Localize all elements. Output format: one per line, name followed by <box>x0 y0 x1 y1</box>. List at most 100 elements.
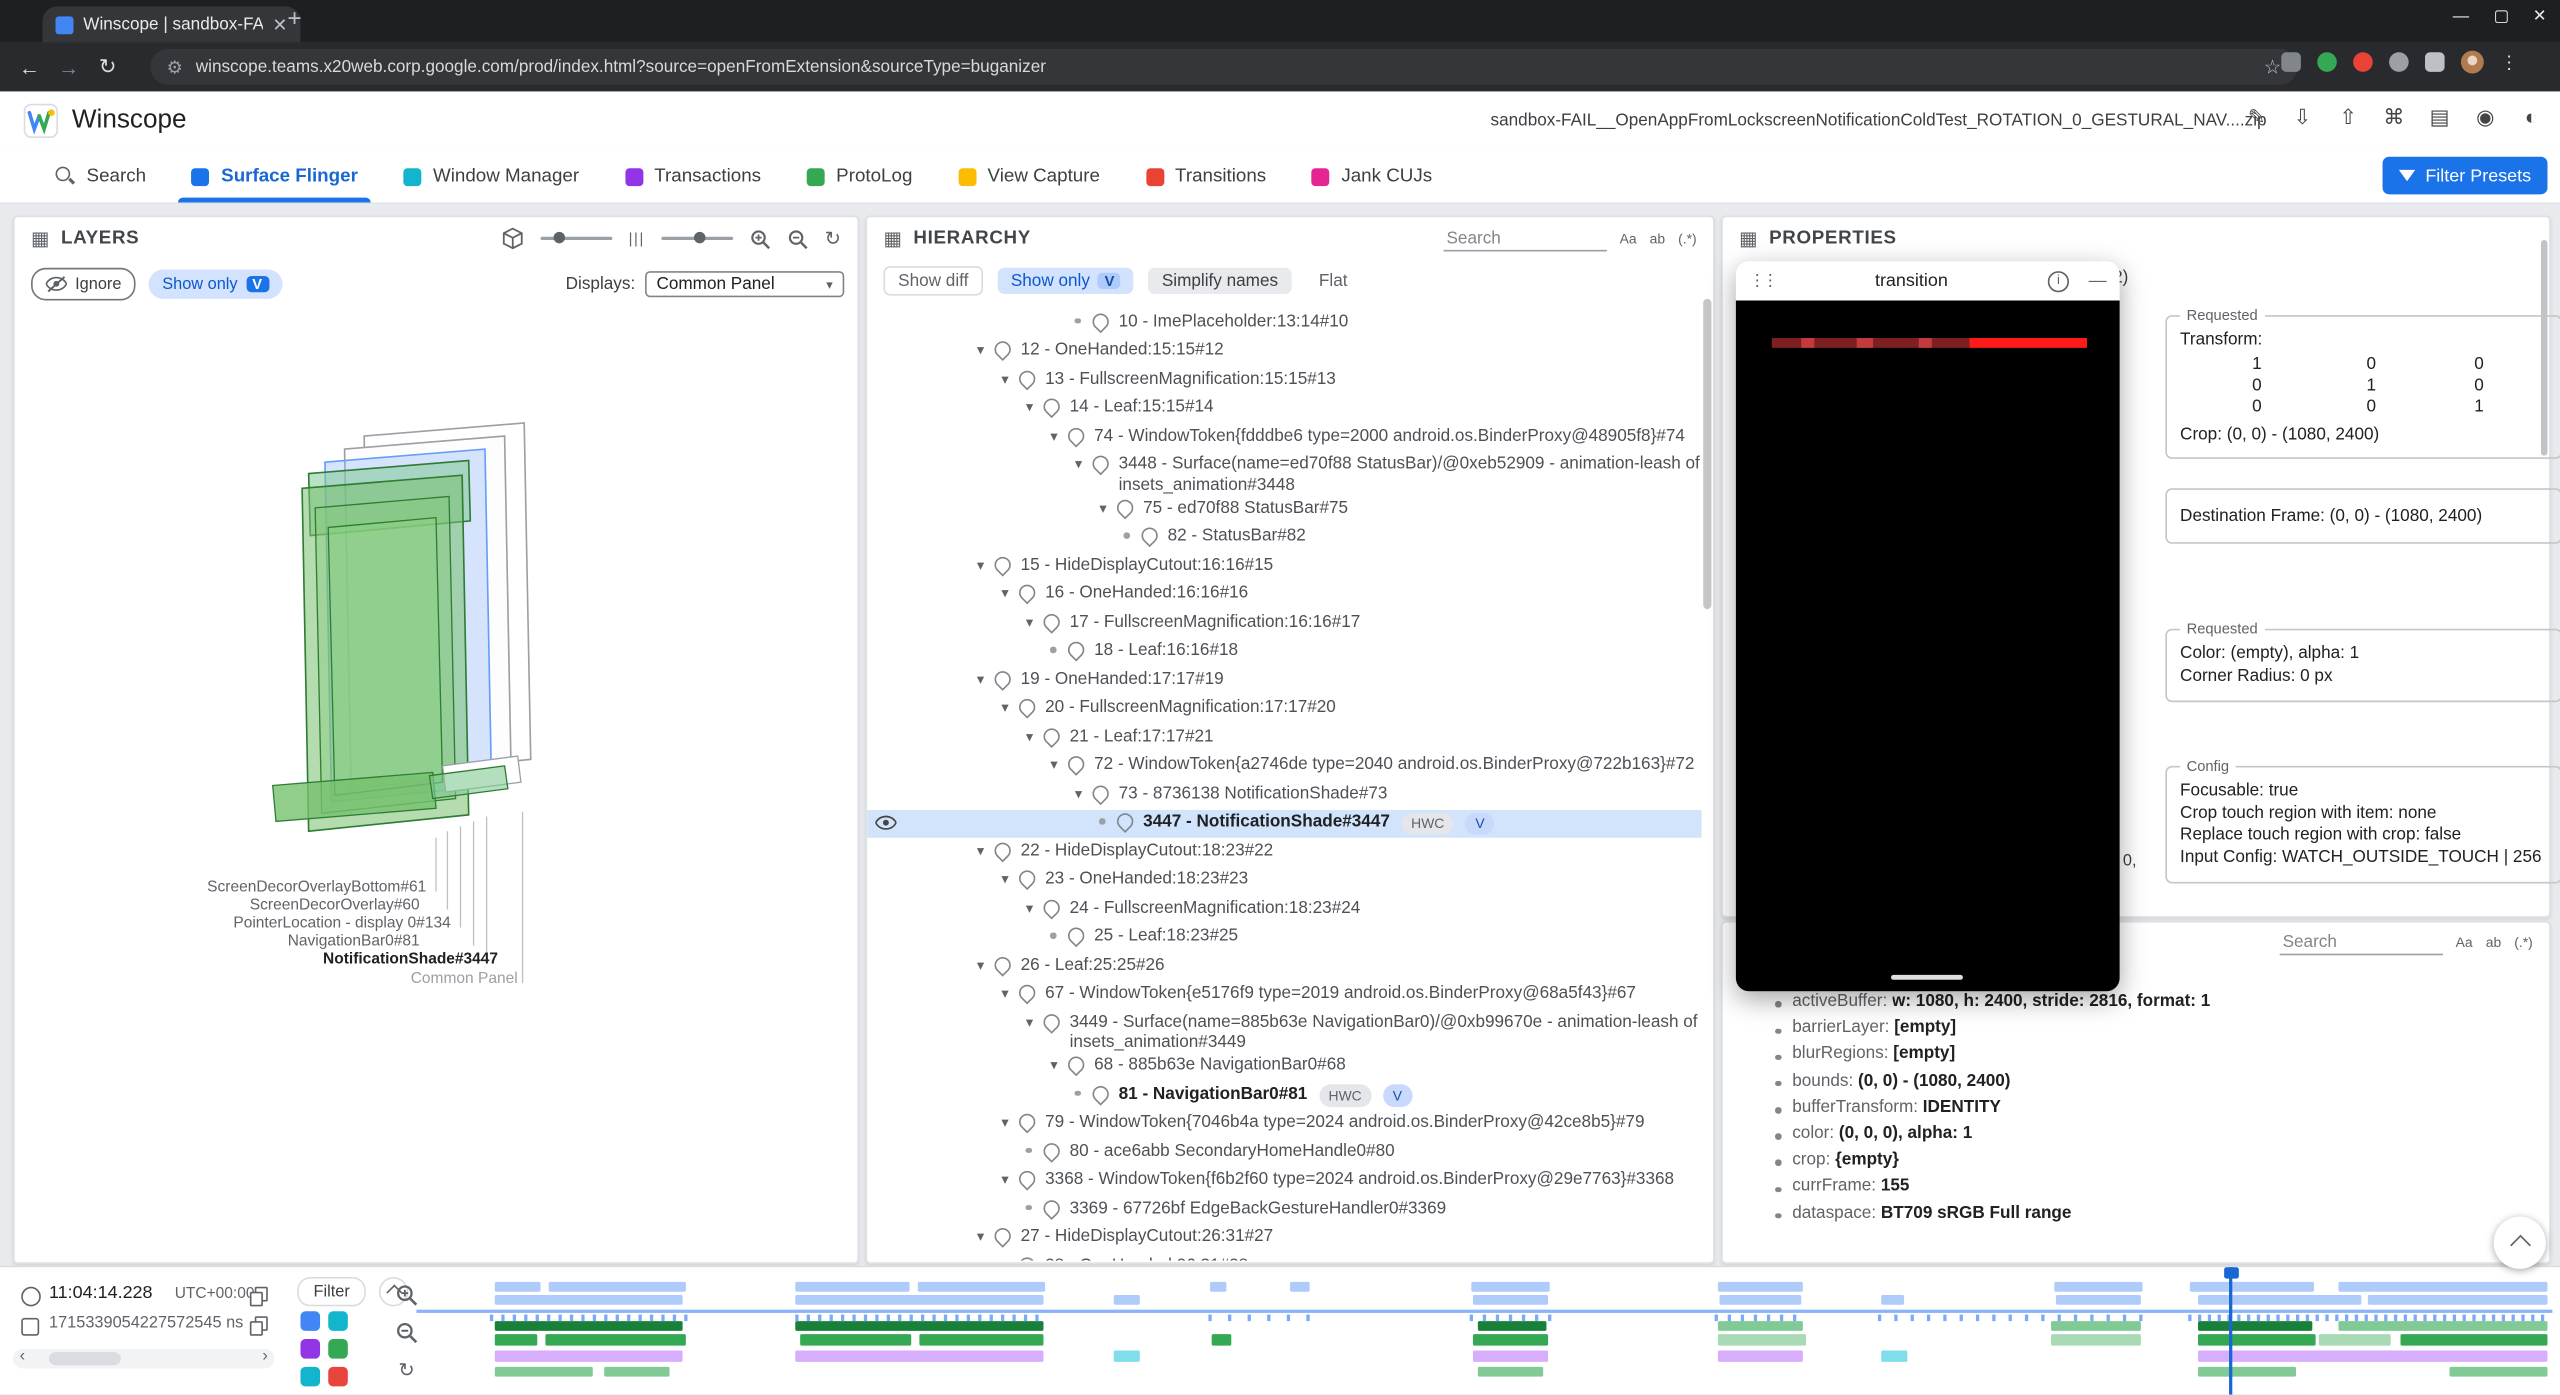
hierarchy-node[interactable]: 3447 - NotificationShade#3447HWCV <box>867 809 1701 838</box>
pin-node-icon[interactable] <box>991 338 1014 361</box>
flat-button[interactable]: Flat <box>1306 268 1361 294</box>
puzzle-extensions-icon[interactable] <box>2425 52 2445 72</box>
pin-node-icon[interactable] <box>1016 366 1039 389</box>
red-extension-icon[interactable] <box>2353 52 2373 72</box>
pin-node-icon[interactable] <box>1040 1010 1063 1033</box>
show-diff-button[interactable]: Show diff <box>883 266 983 295</box>
timeline-canvas[interactable] <box>0 1267 2560 1394</box>
hierarchy-node[interactable]: ▾23 - OneHanded:18:23#23 <box>867 866 1701 895</box>
expand-chevron-icon[interactable]: ▾ <box>994 1112 1015 1132</box>
expand-chevron-icon[interactable]: ▾ <box>1019 726 1040 746</box>
property-item[interactable]: barrierLayer: [empty] <box>1736 1018 2543 1044</box>
info-icon[interactable]: i <box>2048 270 2069 291</box>
expand-chevron-icon[interactable]: ▾ <box>1019 897 1040 917</box>
tab-close-icon[interactable]: ✕ <box>272 14 287 35</box>
pin-node-icon[interactable] <box>1016 1253 1039 1260</box>
expand-chevron-icon[interactable]: ▾ <box>1019 1012 1040 1032</box>
collapse-timeline-fab[interactable] <box>2494 1217 2546 1269</box>
pin-node-icon[interactable] <box>1138 524 1161 547</box>
edit-icon[interactable]: ✎ <box>2244 105 2270 131</box>
dark-mode-icon[interactable]: ◐ <box>2518 105 2544 131</box>
docs-icon[interactable]: ▤ <box>2427 105 2453 131</box>
property-item[interactable]: crop: {empty} <box>1736 1150 2543 1176</box>
hierarchy-node[interactable]: ▾21 - Leaf:17:17#21 <box>867 723 1701 752</box>
hierarchy-node[interactable]: ▾15 - HideDisplayCutout:16:16#15 <box>867 552 1701 581</box>
hierarchy-node[interactable]: 3369 - 67726bf EdgeBackGestureHandler0#3… <box>867 1195 1701 1224</box>
pin-node-icon[interactable] <box>1040 1196 1063 1219</box>
expand-chevron-icon[interactable]: ▾ <box>1043 425 1064 445</box>
hierarchy-node[interactable]: ▾16 - OneHanded:16:16#16 <box>867 581 1701 610</box>
expand-chevron-icon[interactable]: ▾ <box>1043 754 1064 774</box>
nav-tab-surface-flinger[interactable]: Surface Flinger <box>169 150 381 202</box>
expand-chevron-icon[interactable]: ▾ <box>994 697 1015 717</box>
green-extension-icon[interactable] <box>2317 52 2337 72</box>
timeline-cursor-handle[interactable] <box>2223 1267 2238 1278</box>
expand-chevron-icon[interactable]: ▾ <box>1092 497 1113 517</box>
simplify-names-chip[interactable]: Simplify names <box>1149 268 1291 294</box>
hierarchy-scrollbar[interactable] <box>1703 299 1711 609</box>
expand-chevron-icon[interactable]: ▾ <box>1068 783 1089 803</box>
pin-node-icon[interactable] <box>1089 309 1112 332</box>
pin-node-icon[interactable] <box>1040 896 1063 919</box>
pin-node-icon[interactable] <box>1065 638 1088 661</box>
gray-extension-icon[interactable] <box>2389 52 2409 72</box>
hierarchy-node[interactable]: 80 - ace6abb SecondaryHomeHandle0#80 <box>867 1138 1701 1167</box>
expand-chevron-icon[interactable]: ▾ <box>970 954 991 974</box>
hierarchy-node[interactable]: 25 - Leaf:18:23#25 <box>867 923 1701 952</box>
pin-node-icon[interactable] <box>1089 1082 1112 1105</box>
zoom-out-icon[interactable] <box>787 228 808 249</box>
pin-node-icon[interactable] <box>1065 753 1088 776</box>
expand-chevron-icon[interactable]: ▾ <box>994 583 1015 603</box>
hierarchy-node[interactable]: ▾20 - FullscreenMagnification:17:17#20 <box>867 695 1701 724</box>
site-settings-icon[interactable]: ⚙ <box>167 56 183 77</box>
pin-node-icon[interactable] <box>991 838 1014 861</box>
properties-search-input[interactable] <box>2279 930 2442 954</box>
hierarchy-node[interactable]: ▾3368 - WindowToken{f6b2f60 type=2024 an… <box>867 1167 1701 1196</box>
match-case-icon[interactable]: Aa <box>1620 230 1637 246</box>
pin-node-icon[interactable] <box>1065 1053 1088 1076</box>
window-maximize-button[interactable]: ▢ <box>2494 8 2509 26</box>
pin-node-icon[interactable] <box>1016 696 1039 719</box>
expand-chevron-icon[interactable]: ▾ <box>970 840 991 860</box>
zoom-in-icon[interactable] <box>749 228 770 249</box>
pin-node-icon[interactable] <box>1089 781 1112 804</box>
hierarchy-node[interactable]: 10 - ImePlaceholder:13:14#10 <box>867 309 1701 338</box>
shortcuts-icon[interactable]: ⌘ <box>2381 105 2407 131</box>
download-icon[interactable]: ⇩ <box>2289 105 2315 131</box>
property-item[interactable]: bufferTransform: IDENTITY <box>1736 1097 2543 1123</box>
nav-tab-transactions[interactable]: Transactions <box>602 150 784 202</box>
hierarchy-node[interactable]: ▾22 - HideDisplayCutout:18:23#22 <box>867 838 1701 867</box>
hierarchy-node[interactable]: ▾73 - 8736138 NotificationShade#73 <box>867 781 1701 810</box>
hierarchy-node[interactable]: 81 - NavigationBar0#81HWCV <box>867 1081 1701 1110</box>
expand-chevron-icon[interactable]: ▾ <box>994 869 1015 889</box>
minimize-icon[interactable]: — <box>2089 271 2107 291</box>
pin-node-icon[interactable] <box>1114 495 1137 518</box>
expand-chevron-icon[interactable]: ▾ <box>1019 612 1040 632</box>
cast-extension-icon[interactable] <box>2281 52 2301 72</box>
nav-tab-jank-cujs[interactable]: Jank CUJs <box>1289 150 1455 202</box>
pin-node-icon[interactable] <box>1065 424 1088 447</box>
hierarchy-node[interactable]: ▾3449 - Surface(name=885b63e NavigationB… <box>867 1009 1701 1052</box>
profile-avatar[interactable] <box>2461 51 2484 74</box>
pin-node-icon[interactable] <box>1040 724 1063 747</box>
hierarchy-node[interactable]: ▾17 - FullscreenMagnification:16:16#17 <box>867 609 1701 638</box>
filter-presets-button[interactable]: Filter Presets <box>2383 157 2548 195</box>
pin-node-icon[interactable] <box>991 553 1014 576</box>
match-word-icon[interactable]: ab <box>1650 230 1665 246</box>
pin-node-icon[interactable] <box>1040 1139 1063 1162</box>
drag-handle-icon[interactable]: ⋮⋮ <box>1749 272 1775 290</box>
expand-chevron-icon[interactable]: ▾ <box>1043 1055 1064 1075</box>
address-bar[interactable]: ⚙ winscope.teams.x20web.corp.google.com/… <box>150 49 2297 85</box>
hierarchy-node[interactable]: ▾13 - FullscreenMagnification:15:15#13 <box>867 366 1701 395</box>
property-item[interactable]: currFrame: 155 <box>1736 1176 2543 1202</box>
hierarchy-node[interactable]: ▾68 - 885b63e NavigationBar0#68 <box>867 1052 1701 1081</box>
browser-tab[interactable]: Winscope | sandbox-FAI ✕ <box>42 7 300 43</box>
reset-view-icon[interactable]: ↻ <box>825 227 841 250</box>
nav-tab-view-capture[interactable]: View Capture <box>935 150 1123 202</box>
expand-chevron-icon[interactable]: ▾ <box>970 669 991 689</box>
hierarchy-node[interactable]: 82 - StatusBar#82 <box>867 523 1701 552</box>
spacing-slider[interactable] <box>661 237 733 240</box>
properties-scrollbar[interactable] <box>2541 240 2548 456</box>
new-tab-button[interactable]: + <box>287 5 301 33</box>
window-minimize-button[interactable]: — <box>2453 8 2469 26</box>
